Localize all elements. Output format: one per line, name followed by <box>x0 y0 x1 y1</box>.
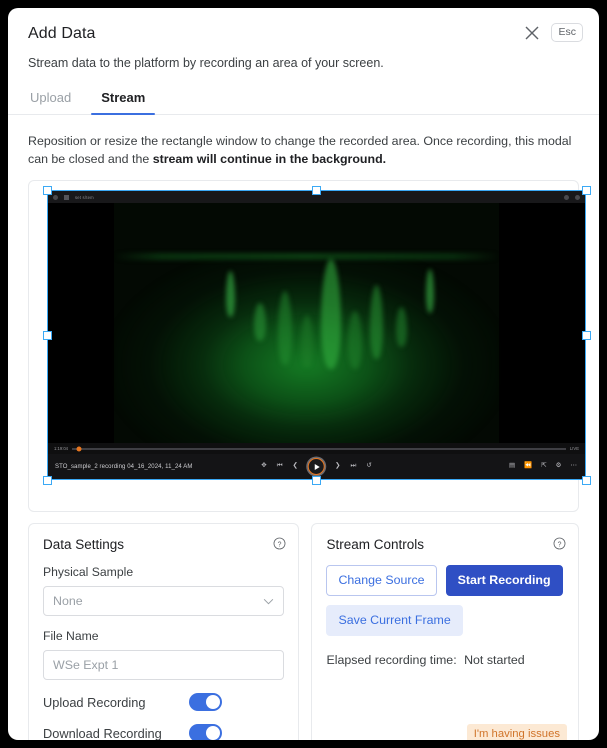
browser-minimize-icon <box>564 194 569 200</box>
play-button[interactable] <box>308 458 325 475</box>
stage-spike-1 <box>226 271 235 317</box>
svg-text:?: ? <box>278 541 282 548</box>
resize-handle-middle-right[interactable] <box>581 330 591 340</box>
modal-header: Add Data Stream data to the platform by … <box>8 8 599 71</box>
step-forward-icon[interactable]: ❯ <box>335 463 340 470</box>
save-current-frame-button[interactable]: Save Current Frame <box>326 605 463 636</box>
data-settings-panel: Data Settings ? Physical Sample None Fil… <box>28 523 300 740</box>
file-name-input-wrap[interactable]: WSe Expt 1 <box>43 650 285 680</box>
toggle-knob <box>206 726 220 740</box>
file-name-label: File Name <box>43 629 99 643</box>
previous-track-icon[interactable]: ⏮ <box>277 463 283 470</box>
download-recording-row: Download Recording <box>43 724 284 740</box>
modal-body: Reposition or resize the rectangle windo… <box>8 132 599 740</box>
browser-chrome-right <box>564 194 580 200</box>
rewind-icon[interactable]: ⏪ <box>524 463 532 470</box>
video-live-label: LIVE <box>569 446 579 451</box>
change-source-button[interactable]: Change Source <box>326 565 437 596</box>
download-recording-toggle[interactable] <box>189 724 222 740</box>
resize-handle-bottom-left[interactable] <box>42 475 52 485</box>
scrubber-track[interactable] <box>72 446 566 451</box>
video-stage <box>48 203 585 443</box>
browser-dot-icon <box>53 194 58 200</box>
next-track-icon[interactable]: ⏭ <box>350 463 356 470</box>
tab-upload[interactable]: Upload <box>28 85 73 114</box>
physical-sample-select[interactable]: None <box>43 586 285 616</box>
stream-controls-title: Stream Controls <box>326 537 425 552</box>
resize-handle-bottom-right[interactable] <box>581 475 591 485</box>
secondary-controls: ▤ ⏪ ⇱ ⚙ ⋯ <box>509 463 577 470</box>
resize-handle-bottom-center[interactable] <box>312 475 321 485</box>
help-circle-icon[interactable]: ? <box>273 537 286 550</box>
modal-subtitle: Stream data to the platform by recording… <box>28 56 384 70</box>
repeat-icon[interactable]: ↺ <box>366 463 371 470</box>
elapsed-time-value: Not started <box>464 653 525 667</box>
shuffle-icon[interactable]: ✥ <box>261 463 266 470</box>
resize-handle-top-left[interactable] <box>42 185 52 195</box>
upload-recording-label: Upload Recording <box>43 694 146 710</box>
recording-region[interactable]: set s/tem 1:19:04 LIVE STO_sample_2 reco… <box>47 190 586 480</box>
file-name-placeholder: WSe Expt 1 <box>53 658 119 672</box>
page-title: Add Data <box>28 25 96 42</box>
elapsed-time-row: Elapsed recording time: Not started <box>326 652 564 668</box>
svg-text:?: ? <box>558 541 562 548</box>
settings-icon[interactable]: ⚙ <box>556 463 562 470</box>
more-options-icon[interactable]: ⋯ <box>571 463 578 470</box>
upload-recording-toggle[interactable] <box>189 693 222 711</box>
browser-close-icon <box>575 194 580 200</box>
add-data-modal: Add Data Stream data to the platform by … <box>8 8 599 740</box>
stage-spike-9 <box>426 269 434 313</box>
close-icon <box>525 26 539 40</box>
secondary-button-row: Save Current Frame <box>326 605 564 636</box>
recording-caption: STO_sample_2 recording 04_16_2024, 11_24… <box>55 463 193 470</box>
esc-button[interactable]: Esc <box>551 23 583 42</box>
physical-sample-label: Physical Sample <box>43 565 134 579</box>
video-current-time: 1:19:04 <box>54 446 68 451</box>
stage-spike-8 <box>396 307 407 347</box>
primary-button-row: Change Source Start Recording <box>326 565 564 596</box>
instruction-bold: stream will continue in the background. <box>152 152 387 166</box>
subtitles-icon[interactable]: ▤ <box>509 463 515 470</box>
step-backward-icon[interactable]: ❮ <box>293 463 298 470</box>
stream-controls-panel: Stream Controls ? Change Source Start Re… <box>311 523 579 740</box>
browser-square-icon <box>64 194 69 200</box>
resize-handle-top-center[interactable] <box>312 185 321 195</box>
resize-handle-top-right[interactable] <box>581 185 591 195</box>
physical-sample-value: None <box>53 594 83 608</box>
tab-bar: Upload Stream <box>8 85 599 115</box>
header-actions: Esc <box>523 23 583 42</box>
settings-row: Data Settings ? Physical Sample None Fil… <box>28 523 579 740</box>
video-preview-card: set s/tem 1:19:04 LIVE STO_sample_2 reco… <box>28 180 591 512</box>
browser-tab-title: set s/tem <box>75 194 94 200</box>
scrubber-thumb[interactable] <box>76 446 82 451</box>
stage-spike-2 <box>254 303 266 341</box>
data-settings-title: Data Settings <box>43 537 125 552</box>
upload-recording-row: Upload Recording <box>43 693 284 711</box>
tab-stream[interactable]: Stream <box>91 85 156 115</box>
playback-controls: ✥ ⏮ ❮ ❯ ⏭ ↺ <box>261 458 372 475</box>
stage-horizon-glow <box>114 253 499 261</box>
fullscreen-icon[interactable]: ⇱ <box>541 463 546 470</box>
resize-handle-middle-left[interactable] <box>42 330 52 340</box>
video-scrubber[interactable]: 1:19:04 LIVE <box>48 443 585 454</box>
start-recording-button[interactable]: Start Recording <box>445 565 563 596</box>
download-recording-label: Download Recording <box>43 725 162 741</box>
help-circle-icon[interactable]: ? <box>553 537 566 550</box>
close-button[interactable] <box>523 24 541 42</box>
chevron-down-icon <box>263 594 274 608</box>
elapsed-time-label: Elapsed recording time: <box>326 653 457 667</box>
toggle-knob <box>206 695 220 709</box>
instruction-text: Reposition or resize the rectangle windo… <box>28 132 588 168</box>
having-issues-badge[interactable]: I'm having issues <box>466 724 567 740</box>
